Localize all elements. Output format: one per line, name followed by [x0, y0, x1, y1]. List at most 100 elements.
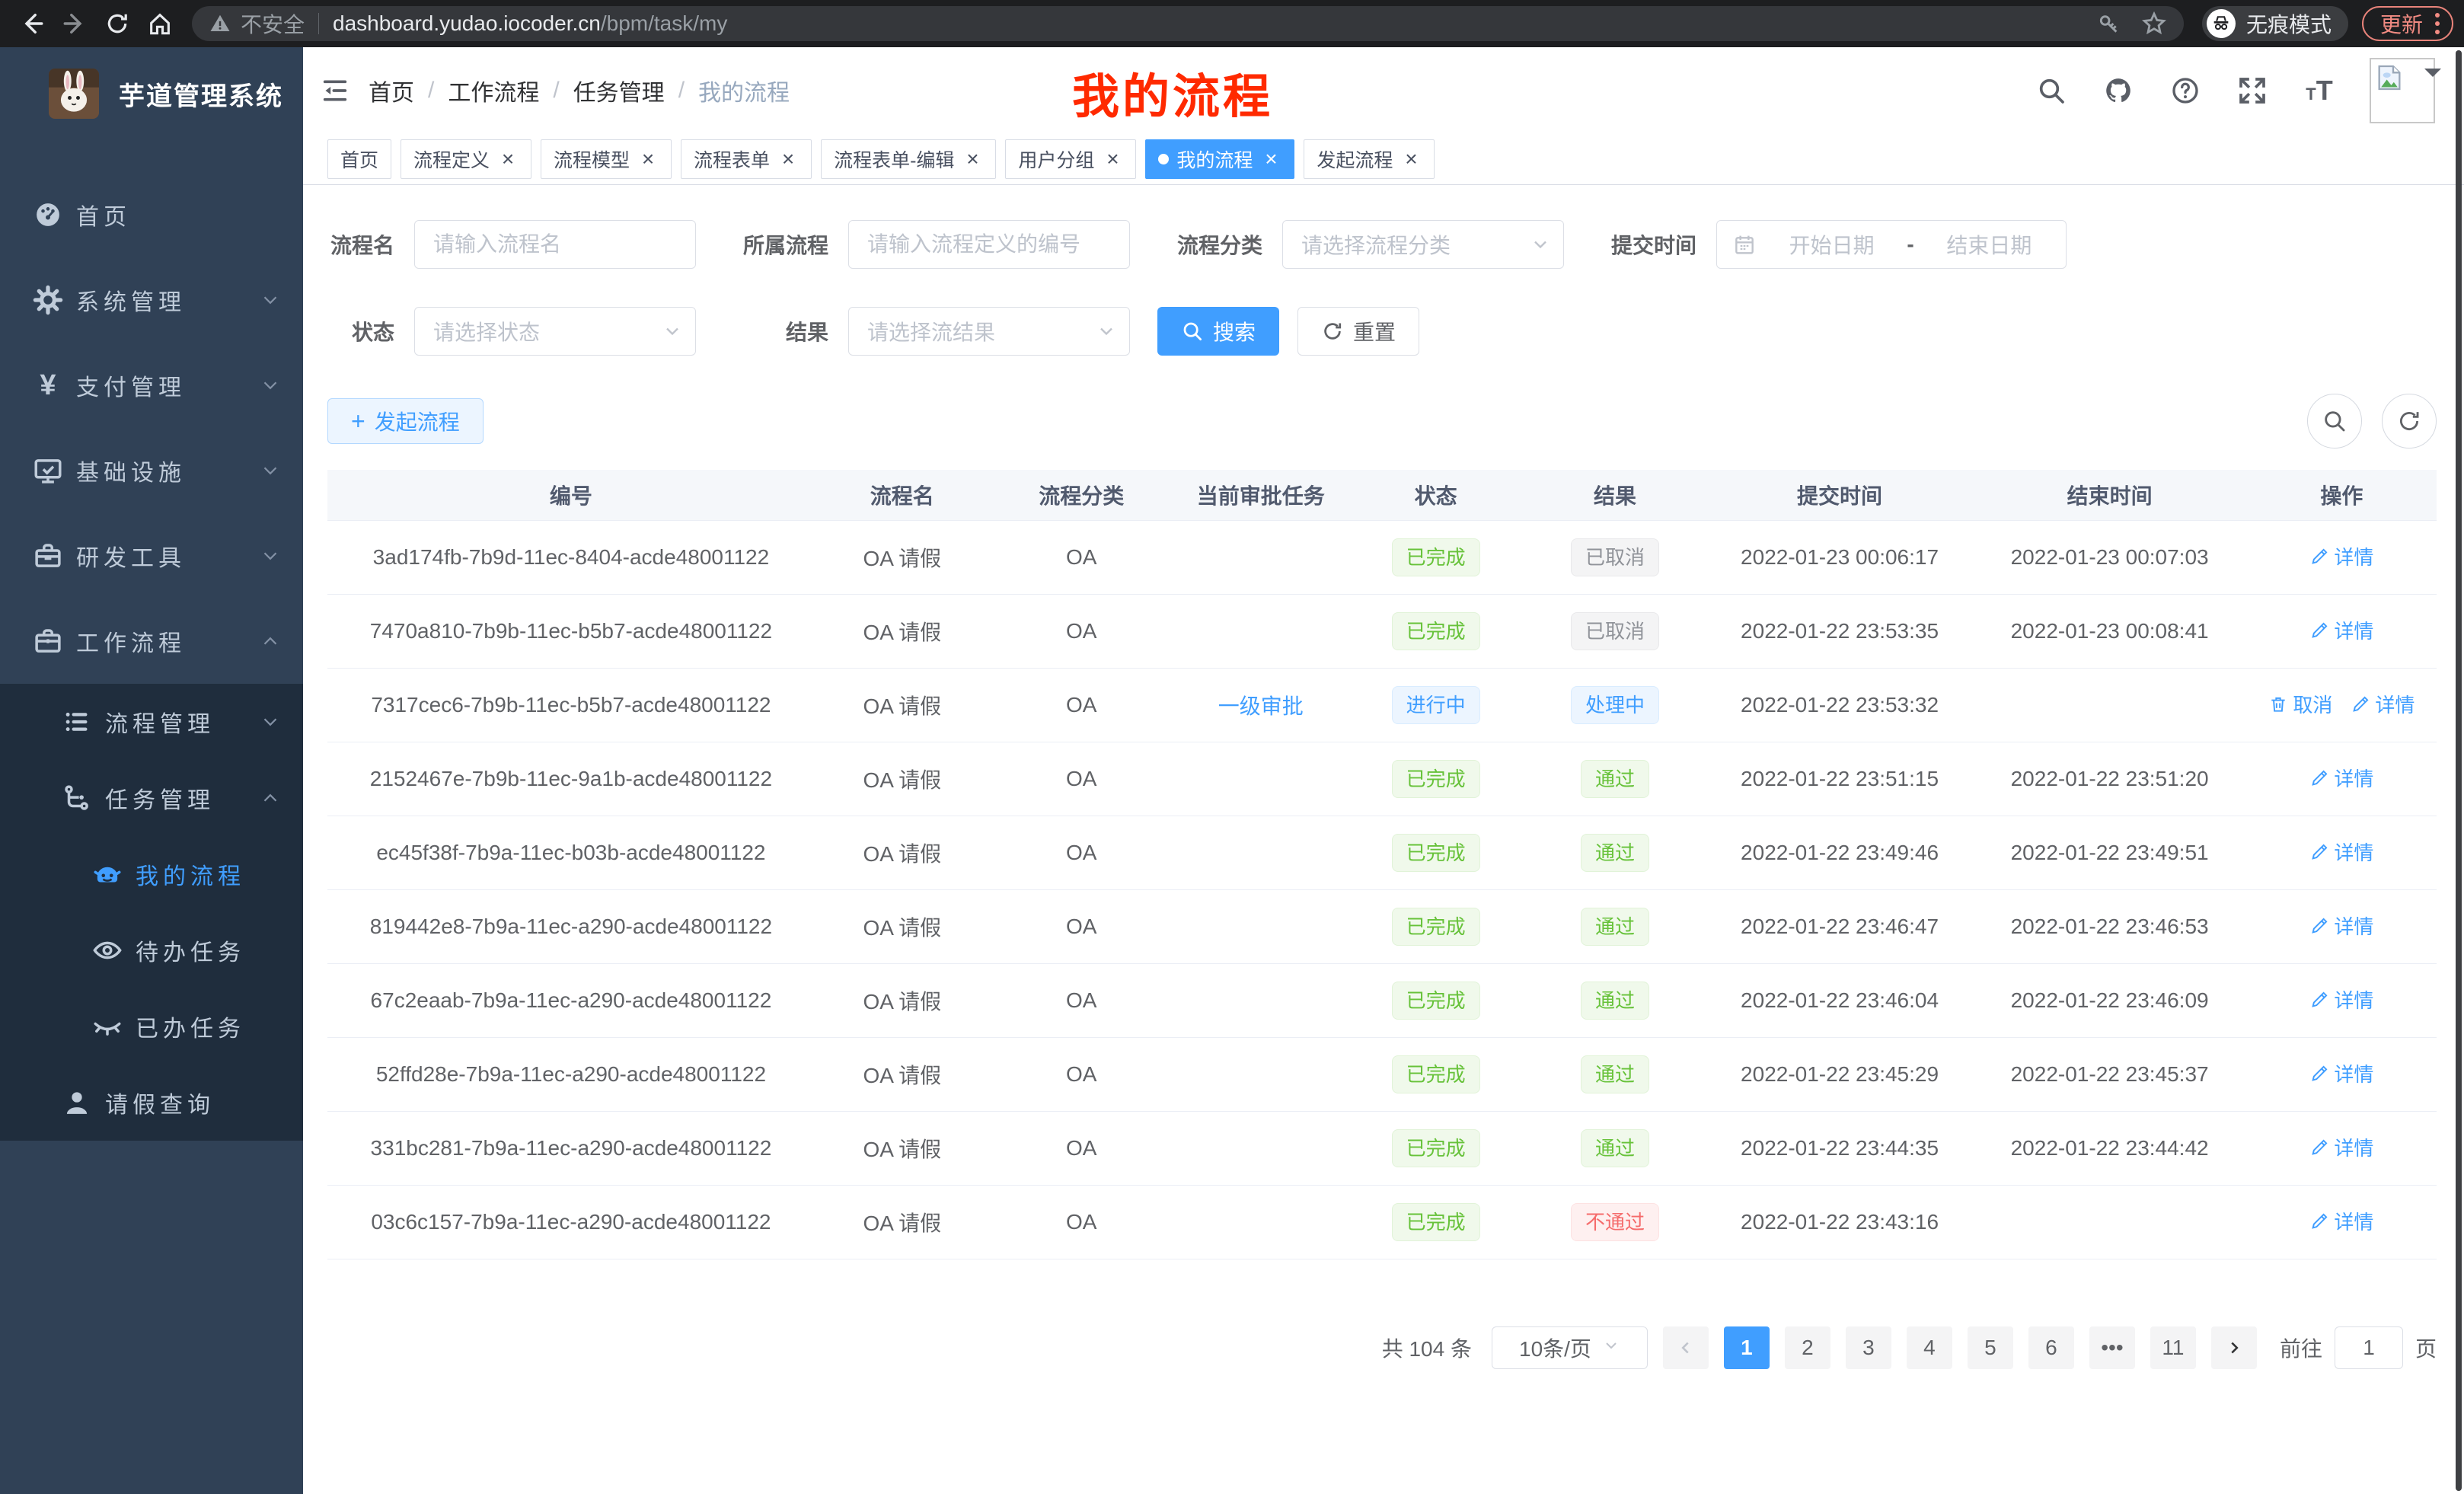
cell-submit-time: 2022-01-22 23:51:15 — [1707, 742, 1973, 816]
page-button-3[interactable]: 3 — [1846, 1326, 1891, 1369]
tab-process-form-edit[interactable]: 流程表单-编辑 × — [821, 139, 996, 179]
action-detail-link[interactable]: 详情 — [2309, 1133, 2373, 1161]
gear-icon — [30, 283, 65, 318]
action-detail-link[interactable]: 详情 — [2309, 985, 2373, 1014]
prev-page-button[interactable] — [1663, 1326, 1709, 1369]
column-header: 流程名 — [815, 470, 990, 520]
process-category-select[interactable]: 请选择流程分类 — [1282, 220, 1564, 269]
action-detail-link[interactable]: 详情 — [2309, 764, 2373, 792]
sidebar-item-process-mgmt[interactable]: 流程管理 — [0, 684, 303, 760]
page-button-1[interactable]: 1 — [1724, 1326, 1770, 1369]
action-detail-link[interactable]: 详情 — [2309, 1059, 2373, 1087]
page-button-more[interactable]: ••• — [2089, 1326, 2135, 1369]
page-scrollbar[interactable] — [2456, 50, 2462, 1491]
tab-user-group[interactable]: 用户分组 × — [1005, 139, 1136, 179]
result-tag: 已取消 — [1571, 612, 1659, 650]
tab-process-form[interactable]: 流程表单 × — [681, 139, 812, 179]
breadcrumb-item[interactable]: 工作流程 — [448, 74, 539, 107]
breadcrumb-item[interactable]: 任务管理 — [573, 74, 665, 107]
page-size-select[interactable]: 10条/页 — [1492, 1326, 1648, 1369]
goto-page-input[interactable] — [2335, 1326, 2403, 1369]
fullscreen-icon[interactable] — [2236, 74, 2269, 107]
browser-home-icon[interactable] — [143, 7, 177, 40]
search-button[interactable]: 搜索 — [1157, 307, 1279, 356]
page-button-2[interactable]: 2 — [1785, 1326, 1830, 1369]
tab-start-process[interactable]: 发起流程 × — [1304, 139, 1435, 179]
address-bar[interactable]: 不安全 dashboard.yudao.iocoder.cn/bpm/task/… — [192, 6, 2184, 41]
close-icon[interactable]: × — [497, 148, 519, 170]
page-button-5[interactable]: 5 — [1968, 1326, 2013, 1369]
cell-id: 2152467e-7b9b-11ec-9a1b-acde48001122 — [327, 742, 815, 816]
action-detail-link[interactable]: 详情 — [2309, 838, 2373, 866]
key-icon[interactable] — [2097, 11, 2121, 36]
action-detail-link[interactable]: 详情 — [2309, 911, 2373, 940]
status-select[interactable]: 请选择状态 — [414, 307, 696, 356]
cell-result: 通过 — [1524, 742, 1707, 816]
sidebar-item-leave-query[interactable]: 请假查询 — [0, 1065, 303, 1141]
close-icon[interactable]: × — [962, 148, 983, 170]
browser-update-button[interactable]: 更新 — [2362, 6, 2453, 41]
action-detail-link[interactable]: 详情 — [2351, 690, 2415, 718]
sidebar-item-home[interactable]: 首页 — [0, 172, 303, 257]
user-avatar-broken-image[interactable] — [2370, 58, 2435, 123]
sidebar-item-payment[interactable]: ¥ 支付管理 — [0, 343, 303, 428]
reset-button[interactable]: 重置 — [1297, 307, 1419, 356]
browser-forward-icon[interactable] — [58, 7, 91, 40]
page-button-11[interactable]: 11 — [2150, 1326, 2196, 1369]
tab-home[interactable]: 首页 — [327, 139, 391, 179]
browser-back-icon[interactable] — [15, 7, 49, 40]
avatar-caret-icon[interactable] — [2424, 69, 2441, 85]
create-process-button[interactable]: + 发起流程 — [327, 398, 484, 444]
page-button-4[interactable]: 4 — [1907, 1326, 1952, 1369]
sidebar-item-system[interactable]: 系统管理 — [0, 257, 303, 343]
process-category-label: 流程分类 — [1173, 229, 1262, 260]
submit-time-range-picker[interactable]: 开始日期 - 结束日期 — [1716, 220, 2067, 269]
process-definition-input[interactable] — [848, 220, 1130, 269]
refresh-table-button[interactable] — [2382, 394, 2437, 449]
cell-status: 已完成 — [1348, 520, 1524, 594]
sidebar-item-my-process[interactable]: 我的流程 — [0, 836, 303, 912]
close-icon[interactable]: × — [1400, 148, 1422, 170]
close-icon[interactable]: × — [777, 148, 799, 170]
sidebar-item-dev-tools[interactable]: 研发工具 — [0, 513, 303, 599]
bookmark-star-icon[interactable] — [2141, 11, 2167, 37]
show-search-button[interactable] — [2307, 394, 2362, 449]
page-button-6[interactable]: 6 — [2028, 1326, 2074, 1369]
tab-my-process[interactable]: 我的流程 × — [1145, 139, 1294, 179]
sidebar-item-done-tasks[interactable]: 已办任务 — [0, 988, 303, 1065]
sidebar-item-infrastructure[interactable]: 基础设施 — [0, 428, 303, 513]
table-row: 67c2eaab-7b9a-11ec-a290-acde48001122 OA … — [327, 963, 2437, 1037]
sidebar-item-task-mgmt[interactable]: 任务管理 — [0, 760, 303, 836]
tab-process-model[interactable]: 流程模型 × — [541, 139, 672, 179]
action-cancel-link[interactable]: 取消 — [2268, 690, 2332, 718]
process-name-input[interactable] — [414, 220, 696, 269]
tags-view-bar: 首页 流程定义 × 流程模型 × 流程表单 × 流程表单-编辑 × 用户分组 ×… — [303, 133, 2464, 185]
cell-status: 已完成 — [1348, 816, 1524, 889]
cell-submit-time: 2022-01-22 23:44:35 — [1707, 1111, 1973, 1185]
table-body: 3ad174fb-7b9d-11ec-8404-acde48001122 OA … — [327, 520, 2437, 1259]
current-task-link[interactable]: 一级审批 — [1218, 694, 1304, 718]
close-icon[interactable]: × — [1260, 148, 1281, 170]
browser-menu-icon[interactable] — [2435, 13, 2440, 34]
cell-process-name: OA 请假 — [815, 668, 990, 742]
sidebar-item-workflow[interactable]: 工作流程 — [0, 599, 303, 684]
help-icon[interactable] — [2169, 74, 2202, 107]
github-icon[interactable] — [2102, 74, 2135, 107]
close-icon[interactable]: × — [1102, 148, 1123, 170]
breadcrumb-item[interactable]: 首页 — [369, 74, 414, 107]
result-select[interactable]: 请选择流结果 — [848, 307, 1130, 356]
cell-category: OA — [990, 1111, 1173, 1185]
next-page-button[interactable] — [2211, 1326, 2257, 1369]
tab-process-definition[interactable]: 流程定义 × — [401, 139, 531, 179]
sidebar-item-todo-tasks[interactable]: 待办任务 — [0, 912, 303, 988]
action-detail-link[interactable]: 详情 — [2309, 616, 2373, 644]
sidebar-toggle-icon[interactable] — [315, 71, 355, 110]
close-icon[interactable]: × — [637, 148, 659, 170]
app-logo-row[interactable]: 芋道管理系统 — [0, 47, 303, 129]
search-icon[interactable] — [2035, 74, 2068, 107]
browser-reload-icon[interactable] — [101, 7, 134, 40]
action-detail-link[interactable]: 详情 — [2309, 1207, 2373, 1235]
action-detail-link[interactable]: 详情 — [2309, 542, 2373, 570]
process-definition-label: 所属流程 — [739, 229, 828, 260]
font-size-icon[interactable]: TT — [2303, 74, 2336, 107]
